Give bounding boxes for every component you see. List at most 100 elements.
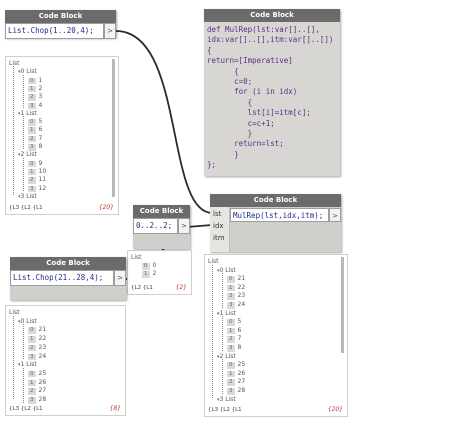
list-item: 2 27	[28, 387, 46, 395]
code-line: def MulRep(lst:var[]..[],	[207, 25, 320, 34]
code-line: idx:var[]..[],itm:var[]..[])	[207, 35, 334, 45]
code-input[interactable]: List.Chop(21..28,4);	[10, 270, 114, 286]
list-item: 12	[142, 270, 156, 278]
list-item: 2 11	[28, 176, 46, 184]
item-index: 0	[227, 319, 235, 326]
list-root-label: List	[9, 60, 20, 67]
code-input[interactable]: List.Chop(1..20,4);	[5, 23, 104, 39]
item-value: 25	[38, 369, 47, 377]
item-index: 2	[227, 293, 235, 300]
item-index: 1	[28, 168, 36, 176]
item-index: 2	[227, 336, 235, 343]
list-root: List	[208, 258, 219, 265]
list-item: 12	[28, 85, 42, 93]
item-value: 12	[38, 184, 47, 192]
group-label: List	[26, 109, 37, 117]
list-root: List	[9, 60, 20, 67]
item-index: 3	[227, 388, 235, 395]
item-value: 27	[38, 387, 47, 395]
output-port[interactable]: >	[329, 208, 341, 222]
item-value: 21	[237, 275, 246, 283]
tree-guide-line	[23, 116, 24, 150]
item-value: 4	[38, 101, 43, 109]
item-index: 2	[28, 344, 36, 352]
item-index: 1	[28, 127, 36, 134]
list-levels: {L3 {L2 {L1	[9, 205, 43, 211]
item-value: 2	[152, 270, 157, 277]
list-item: 1 22	[28, 335, 46, 343]
item-index: 3	[28, 353, 36, 360]
code-editor[interactable]: def MulRep(lst:var[]..[], idx:var[]..[],i…	[204, 22, 340, 176]
item-value: 8	[38, 143, 43, 150]
list-item: 0 25	[227, 361, 245, 369]
code-line: c=c+1;	[207, 118, 275, 128]
code-line: return=[Imperative]	[207, 56, 293, 66]
code-block-chop-1-20[interactable]: Code Block List.Chop(1..20,4); >	[5, 10, 116, 39]
node-title: Code Block	[5, 10, 116, 23]
item-value: 11	[38, 176, 47, 184]
item-index: 0	[28, 160, 36, 168]
item-index: 3	[227, 302, 235, 309]
list-group: ▾1 List	[18, 361, 37, 368]
list-group: ▾0 List	[18, 68, 37, 75]
list-root: List	[131, 254, 142, 261]
output-port[interactable]: >	[178, 218, 190, 234]
item-index: 2	[28, 177, 36, 184]
watch-preview-result: {L3 {L2 {L1 {20} List ▾0 List 0 21 1 22 2 23 3 24…	[204, 254, 348, 417]
list-item: 38	[28, 143, 42, 151]
node-title: Code Block	[204, 9, 340, 22]
item-value: 10	[38, 167, 47, 175]
code-input[interactable]: 0..2..2;	[133, 218, 178, 234]
item-index: 1	[28, 336, 36, 343]
tree-guide-line	[23, 367, 24, 403]
code-line: return=lst;	[207, 139, 284, 149]
scrollbar[interactable]	[112, 59, 115, 197]
item-index: 0	[227, 362, 235, 369]
list-group: ▾3 List	[217, 396, 236, 403]
item-value: 21	[38, 326, 47, 334]
list-group: ▾1 List	[217, 310, 236, 317]
list-group: ▾3 List	[18, 193, 37, 200]
scrollbar[interactable]	[341, 257, 344, 353]
code-block-mulrep-definition[interactable]: Code Block def MulRep(lst:var[]..[], idx:…	[204, 9, 340, 176]
item-value: 24	[237, 301, 246, 308]
group-label: List	[26, 151, 37, 159]
code-line: lst[i]=itm[c];	[207, 108, 311, 118]
item-value: 2	[38, 84, 43, 92]
list-item: 27	[28, 135, 42, 143]
item-count: {2}	[175, 284, 187, 291]
group-label: List	[26, 361, 37, 369]
input-port-idx[interactable]: idx	[213, 222, 224, 230]
list-root-label: List	[9, 309, 20, 316]
item-index: 3	[28, 144, 36, 151]
item-index: 3	[28, 185, 36, 192]
item-value: 22	[237, 283, 246, 291]
item-value: 24	[38, 352, 47, 360]
tree-guide-line	[23, 157, 24, 191]
list-item: 00	[142, 262, 156, 270]
watch-preview-range: {L2 {L1 {2} List 0 0 1 2	[127, 250, 192, 295]
list-item: 01	[28, 77, 42, 85]
input-port-itm[interactable]: itm	[213, 234, 225, 242]
tree-guide-line	[13, 66, 14, 196]
list-levels: {L3 {L2 {L1	[9, 406, 43, 412]
list-group: ▾0 List	[217, 267, 236, 274]
code-line: {	[207, 66, 239, 76]
code-block-chop-21-28[interactable]: Code Block List.Chop(21..28,4); >	[10, 257, 126, 300]
tree-guide-line	[222, 359, 223, 394]
list-item: 1 22	[227, 284, 245, 292]
list-item: 0 25	[28, 370, 46, 378]
output-port[interactable]: >	[104, 23, 116, 39]
output-port[interactable]: >	[114, 270, 126, 286]
code-block-range[interactable]: Code Block 0..2..2; >	[133, 205, 190, 249]
input-port-lst[interactable]: lst	[213, 210, 221, 218]
code-input[interactable]: MulRep(lst,idx,itm);	[230, 208, 329, 222]
item-value: 1	[38, 76, 43, 84]
item-index: 2	[227, 379, 235, 386]
list-item: 2 23	[28, 344, 46, 352]
code-block-mulrep-call[interactable]: Code Block lst idx itm MulRep(lst,idx,it…	[210, 194, 341, 252]
list-group: ▾1 List	[18, 110, 37, 117]
list-item: 0 21	[227, 275, 245, 283]
item-index: 1	[227, 284, 235, 292]
item-value: 8	[237, 344, 242, 351]
